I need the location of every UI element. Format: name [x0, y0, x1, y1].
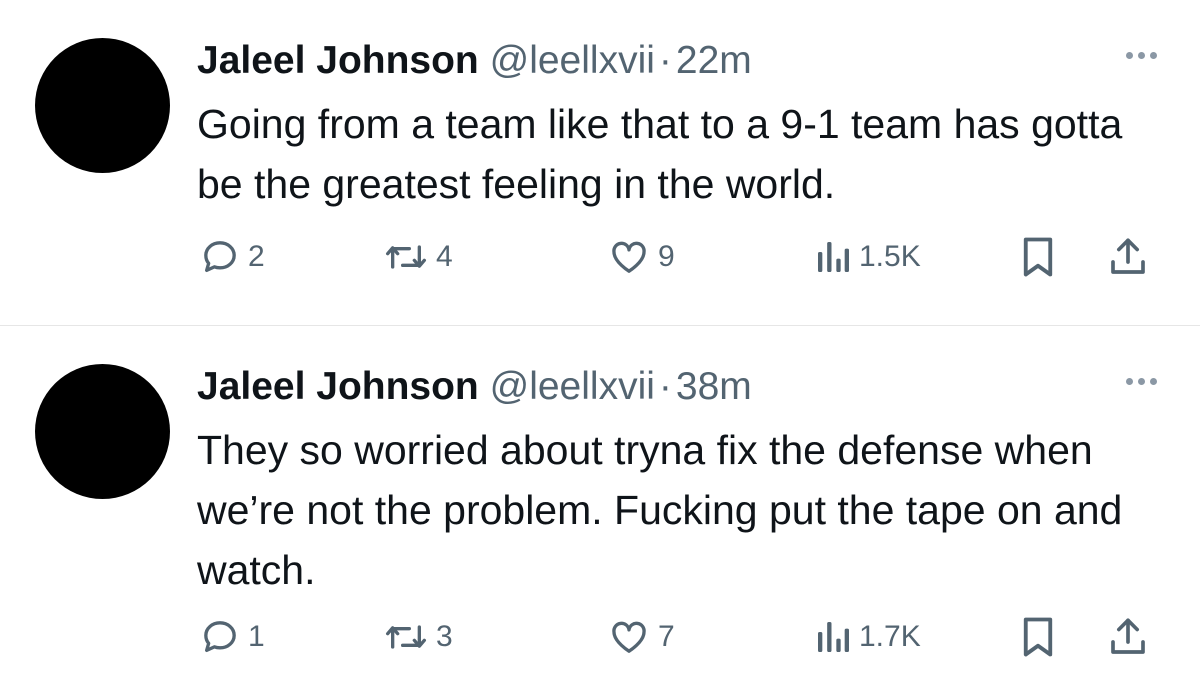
author-handle[interactable]: @leellxvii — [490, 39, 655, 82]
bookmark-icon — [1023, 617, 1053, 657]
share-icon — [1111, 238, 1145, 274]
reply-count: 1 — [248, 620, 265, 653]
retweet-icon — [385, 245, 426, 269]
tweet[interactable]: Jaleel Johnson @leellxvii · 38m They so wo… — [0, 326, 1200, 696]
like-icon — [612, 241, 646, 273]
timestamp[interactable]: 22m — [676, 39, 752, 82]
separator: · — [658, 365, 672, 408]
tweet-header: Jaleel Johnson @leellxvii · 22m — [197, 38, 752, 84]
retweet-count: 3 — [436, 620, 453, 653]
views-icon — [818, 622, 849, 652]
bookmark-button[interactable] — [1020, 612, 1056, 662]
reply-count: 2 — [248, 240, 265, 273]
views-count: 1.7K — [859, 620, 921, 653]
more-icon[interactable] — [1126, 378, 1157, 385]
timestamp[interactable]: 38m — [676, 365, 752, 408]
reply-button[interactable]: 1 — [200, 612, 265, 662]
reply-icon — [204, 621, 236, 652]
like-count: 9 — [658, 240, 675, 273]
views-icon — [818, 242, 849, 272]
reply-button[interactable]: 2 — [200, 232, 265, 282]
like-button[interactable]: 9 — [608, 232, 675, 282]
author-name[interactable]: Jaleel Johnson — [197, 365, 479, 408]
like-icon — [612, 621, 646, 653]
bookmark-icon — [1023, 237, 1053, 277]
share-icon — [1111, 618, 1145, 654]
views-button[interactable]: 1.5K — [815, 232, 921, 282]
bookmark-button[interactable] — [1020, 232, 1056, 282]
avatar[interactable] — [35, 364, 170, 499]
tweet[interactable]: Jaleel Johnson @leellxvii · 22m Going from… — [0, 0, 1200, 325]
separator: · — [658, 39, 672, 82]
action-bar: 1 3 7 1.7K — [0, 612, 1200, 662]
avatar[interactable] — [35, 38, 170, 173]
like-count: 7 — [658, 620, 675, 653]
retweet-button[interactable]: 4 — [384, 232, 453, 282]
share-button[interactable] — [1108, 612, 1148, 662]
author-name[interactable]: Jaleel Johnson — [197, 39, 479, 82]
views-button[interactable]: 1.7K — [815, 612, 921, 662]
tweet-text: Going from a team like that to a 9-1 tea… — [197, 101, 1123, 207]
retweet-button[interactable]: 3 — [384, 612, 453, 662]
share-button[interactable] — [1108, 232, 1148, 282]
retweet-icon — [385, 625, 426, 649]
action-bar: 2 4 9 1.5K — [0, 232, 1200, 282]
like-button[interactable]: 7 — [608, 612, 675, 662]
tweet-header: Jaleel Johnson @leellxvii · 38m — [197, 364, 752, 410]
tweet-text: They so worried about tryna fix the defe… — [197, 427, 1123, 593]
more-icon[interactable] — [1126, 52, 1157, 59]
author-handle[interactable]: @leellxvii — [490, 365, 655, 408]
retweet-count: 4 — [436, 240, 453, 273]
views-count: 1.5K — [859, 240, 921, 273]
reply-icon — [204, 241, 236, 272]
